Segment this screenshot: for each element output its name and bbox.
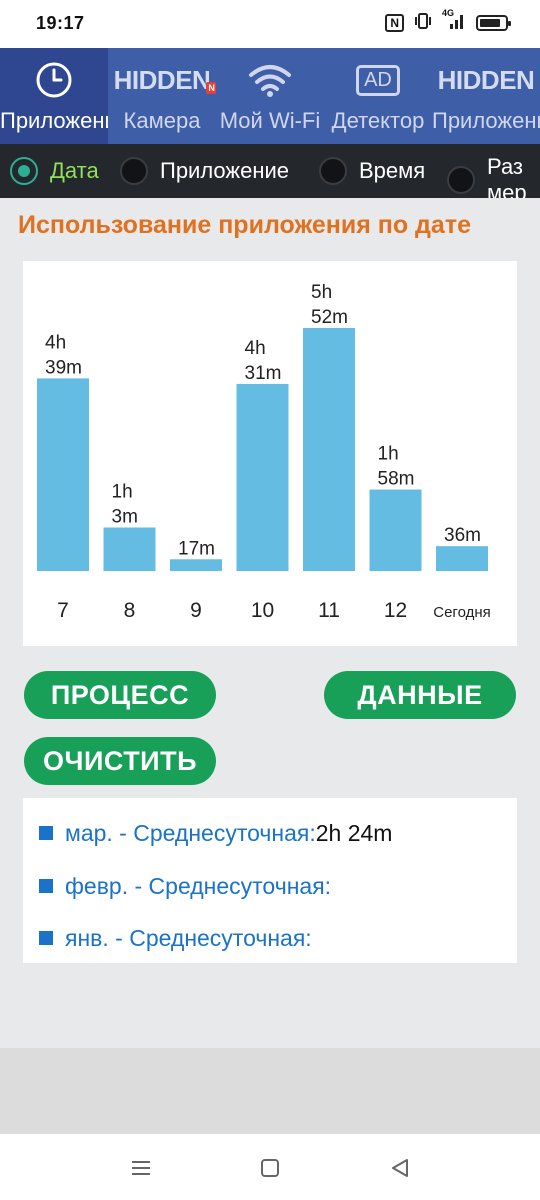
x-tick-label: 10 <box>251 599 274 622</box>
tab-hidden-apps-label: Приложения <box>432 108 540 133</box>
home-icon <box>261 1159 279 1177</box>
process-button[interactable]: ПРОЦЕСС <box>24 671 216 719</box>
bar-value-label: 1h <box>378 444 399 465</box>
menu-nav-button[interactable] <box>127 1154 155 1182</box>
chart-bar <box>303 328 355 571</box>
bar-value-label: 31m <box>245 363 282 384</box>
legend-square-icon <box>39 931 53 945</box>
radio-unchecked-icon <box>319 157 347 185</box>
data-button[interactable]: ДАННЫЕ <box>324 671 516 719</box>
filter-app[interactable]: Приложение <box>120 144 289 198</box>
x-tick-label: Сегодня <box>433 604 491 621</box>
new-badge: N <box>206 81 216 94</box>
back-icon <box>392 1159 408 1177</box>
clock-icon <box>0 60 108 100</box>
stat-label: янв. - Среднесуточная: <box>65 924 312 951</box>
filter-app-label: Приложение <box>160 158 290 183</box>
bar-value-label: 36m <box>444 525 481 546</box>
bar-value-label: 58m <box>378 469 415 490</box>
page-title: Использование приложения по дате <box>18 211 471 239</box>
tab-my-wifi-label: Мой Wi-Fi <box>219 108 321 133</box>
tab-camera[interactable]: HIDDEN N Камера <box>108 48 216 144</box>
wifi-icon <box>216 60 324 100</box>
filter-size[interactable]: Раз мер <box>447 154 535 208</box>
bar-value-label: 3m <box>112 507 138 528</box>
bar-value-label: 1h <box>112 482 133 503</box>
footer-area <box>0 1048 540 1134</box>
x-tick-label: 11 <box>318 599 340 622</box>
network-type: 4G <box>442 8 455 18</box>
x-tick-label: 8 <box>124 599 136 622</box>
radio-unchecked-icon <box>120 157 148 185</box>
chart-bar <box>369 489 422 571</box>
tab-apps[interactable]: Приложения <box>0 48 108 144</box>
bar-value-label: 17m <box>178 538 215 559</box>
tab-my-wifi[interactable]: Мой Wi-Fi <box>216 48 324 144</box>
ad-icon: AD <box>324 60 432 100</box>
legend-square-icon <box>39 826 53 840</box>
bar-value-label: 52m <box>311 307 348 328</box>
back-nav-button[interactable] <box>386 1154 414 1182</box>
usage-by-date-chart: 4h 39m 7 1h 3m 8 17m 9 4h 31m 10 5h 52m 11 1h 58m 12 36m С… <box>23 261 517 646</box>
chart-bar <box>170 559 222 571</box>
menu-icon <box>132 1161 150 1175</box>
hidden-camera-logo-text: HIDDEN <box>113 64 211 95</box>
bar-value-label: 4h <box>45 332 66 353</box>
nfc-icon: N <box>385 13 404 32</box>
radio-unchecked-icon <box>447 166 475 194</box>
stat-value: 2h 24m <box>315 819 393 846</box>
stat-row-march: мар. - Среднесуточная: 2h 24m <box>39 818 392 848</box>
tab-camera-label: Камера <box>123 108 201 133</box>
clear-button[interactable]: ОЧИСТИТЬ <box>24 737 216 785</box>
bar-value-label: 4h <box>245 338 266 359</box>
sort-filter-bar: Дата Приложение Время Раз мер <box>0 144 540 198</box>
x-tick-label: 9 <box>190 599 202 622</box>
filter-size-label: Раз мер <box>487 154 527 198</box>
hidden-apps-logo: HIDDEN <box>432 60 540 100</box>
x-tick-label: 7 <box>57 599 69 622</box>
status-time: 19:17 <box>36 13 85 33</box>
filter-time[interactable]: Время <box>319 144 425 198</box>
vibrate-icon <box>414 12 432 33</box>
signal-icon: 4G <box>442 8 466 33</box>
stat-row-january: янв. - Среднесуточная: <box>39 923 312 953</box>
legend-square-icon <box>39 879 53 893</box>
chart-bar <box>236 383 289 571</box>
status-bar: 19:17 N 4G <box>0 0 540 48</box>
chart-bar <box>436 546 488 571</box>
filter-date-label: Дата <box>50 158 99 183</box>
feature-tab-bar: Приложения HIDDENN Камера Мой Wi-Fi AD Д… <box>0 48 540 144</box>
chart-bar <box>37 378 89 571</box>
filter-date[interactable]: Дата <box>10 144 99 198</box>
radio-checked-icon <box>10 157 38 185</box>
status-icons: N 4G <box>385 8 511 33</box>
x-tick-label: 12 <box>384 599 407 622</box>
bar-value-label: 5h <box>311 282 332 303</box>
hidden-apps-logo-text: HIDDEN <box>437 64 535 95</box>
ad-icon-text: AD <box>356 64 400 96</box>
stat-row-february: февр. - Среднесуточная: <box>39 871 331 901</box>
bar-chart: 4h 39m 7 1h 3m 8 17m 9 4h 31m 10 5h 52m 11 1h 58m 12 36m С… <box>37 282 491 622</box>
tab-hidden-apps[interactable]: HIDDEN Приложения <box>432 48 540 144</box>
battery-icon <box>476 14 511 31</box>
chart-bar <box>103 527 156 571</box>
tab-detector[interactable]: AD Детектор <box>324 48 432 144</box>
monthly-average-panel: мар. - Среднесуточная: 2h 24m февр. - Ср… <box>23 798 517 963</box>
hidden-camera-logo: HIDDEN N <box>108 60 216 100</box>
tab-detector-label: Детектор <box>331 108 425 133</box>
home-nav-button[interactable] <box>256 1154 284 1182</box>
system-nav-bar <box>0 1134 540 1200</box>
tab-apps-label: Приложения <box>0 108 108 133</box>
stat-label: мар. - Среднесуточная: <box>65 819 316 846</box>
stat-label: февр. - Среднесуточная: <box>65 872 332 899</box>
filter-time-label: Время <box>359 158 426 183</box>
bar-value-label: 39m <box>45 357 82 378</box>
